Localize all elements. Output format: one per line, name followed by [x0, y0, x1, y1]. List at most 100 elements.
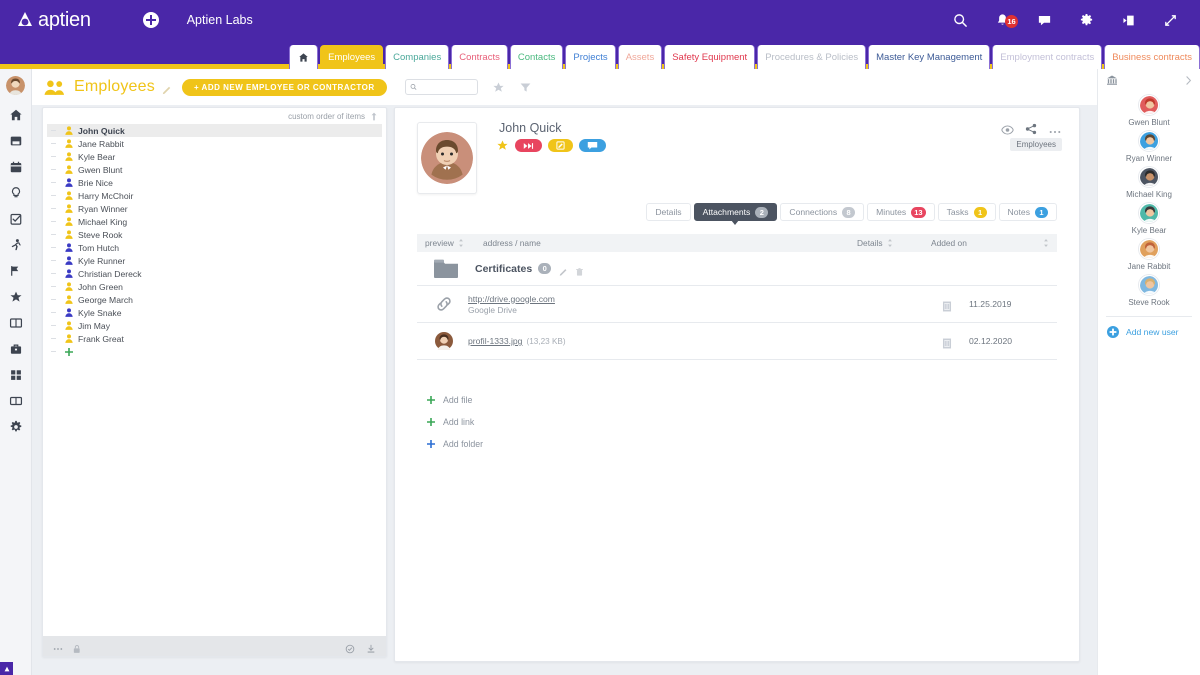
fast-forward-badge[interactable]	[515, 139, 542, 152]
list-item[interactable]: Brie Nice	[47, 176, 382, 189]
add-link-button[interactable]: Add link	[427, 411, 483, 433]
chevron-right-icon[interactable]	[1185, 75, 1192, 85]
gear-icon[interactable]	[8, 419, 23, 434]
filter-icon[interactable]	[519, 81, 532, 94]
table-row[interactable]: http://drive.google.com Google Drive 11.…	[417, 286, 1057, 322]
tab-employment-contracts[interactable]: Employment contracts	[992, 45, 1103, 69]
add-file-button[interactable]: Add file	[427, 389, 483, 411]
pin-flag-icon[interactable]	[8, 263, 23, 278]
export-icon[interactable]	[366, 641, 376, 653]
add-folder-button[interactable]: Add folder	[427, 433, 483, 455]
logout-icon[interactable]	[1120, 12, 1136, 28]
tab-connections[interactable]: Connections 8	[780, 203, 865, 221]
search-input[interactable]	[416, 82, 477, 92]
add-employee-row[interactable]	[47, 345, 382, 358]
tab-home[interactable]	[289, 45, 319, 69]
notifications-icon[interactable]: 16	[994, 12, 1018, 28]
tab-master-key-management[interactable]: Master Key Management	[868, 45, 991, 69]
edit-badge[interactable]	[548, 139, 573, 152]
list-item[interactable]: Ryan Winner	[47, 202, 382, 215]
inbox-icon[interactable]	[8, 133, 23, 148]
related-user[interactable]: Gwen Blunt	[1098, 95, 1200, 127]
briefcase-icon[interactable]	[8, 341, 23, 356]
col-added-on[interactable]: Added on	[923, 238, 1035, 248]
tab-notes[interactable]: Notes 1	[998, 203, 1057, 221]
list-item[interactable]: John Quick	[47, 124, 382, 137]
pencil-icon[interactable]	[559, 264, 568, 276]
tab-contracts[interactable]: Contracts	[451, 45, 508, 69]
col-end-sort[interactable]	[1035, 239, 1057, 247]
tab-minutes[interactable]: Minutes 13	[867, 203, 935, 221]
list-item[interactable]: John Green	[47, 280, 382, 293]
list-item[interactable]: Kyle Runner	[47, 254, 382, 267]
add-new-user-button[interactable]: Add new user	[1098, 317, 1200, 338]
col-details[interactable]: Details	[849, 238, 923, 248]
tab-safety-equipment[interactable]: Safety Equipment	[664, 45, 756, 69]
person-running-icon[interactable]	[8, 237, 23, 252]
settings-gear-icon[interactable]	[1078, 12, 1094, 28]
col-preview[interactable]: preview	[417, 238, 475, 248]
related-user[interactable]: Steve Rook	[1098, 275, 1200, 307]
col-address-name[interactable]: address / name	[475, 238, 849, 248]
search-icon[interactable]	[952, 12, 968, 28]
pencil-icon[interactable]	[162, 82, 172, 95]
table-row[interactable]: profil-1333.jpg (13,23 KB) 02.12.2020	[417, 323, 1057, 359]
list-item[interactable]: Kyle Bear	[47, 150, 382, 163]
workspace-name[interactable]: Aptien Labs	[187, 13, 253, 27]
lock-icon[interactable]	[72, 641, 82, 653]
star-icon[interactable]	[492, 81, 505, 94]
list-item[interactable]: Tom Hutch	[47, 241, 382, 254]
star-icon[interactable]	[8, 289, 23, 304]
book-icon[interactable]	[8, 393, 23, 408]
related-user[interactable]: Michael King	[1098, 167, 1200, 199]
folder-row[interactable]: Certificates 0	[417, 252, 1057, 286]
related-user[interactable]: Jane Rabbit	[1098, 239, 1200, 271]
add-new-employee-button[interactable]: + ADD NEW EMPLOYEE OR CONTRACTOR	[181, 78, 387, 96]
related-user[interactable]: Ryan Winner	[1098, 131, 1200, 163]
list-item[interactable]: Jane Rabbit	[47, 137, 382, 150]
list-item[interactable]: Steve Rook	[47, 228, 382, 241]
tab-tasks[interactable]: Tasks 1	[937, 203, 996, 221]
fullscreen-icon[interactable]	[1162, 12, 1178, 28]
tab-contacts[interactable]: Contacts	[509, 45, 564, 69]
tab-assets[interactable]: Assets	[617, 45, 663, 69]
document-icon[interactable]	[942, 299, 952, 311]
avatar[interactable]	[417, 122, 477, 194]
search-input-wrapper[interactable]	[404, 79, 478, 95]
avatar[interactable]	[6, 76, 25, 95]
tab-employees[interactable]: Employees	[320, 45, 384, 69]
tab-projects[interactable]: Projects	[565, 45, 616, 69]
list-order-bar[interactable]: custom order of items	[43, 108, 386, 124]
grid-apps-icon[interactable]	[8, 367, 23, 382]
lightbulb-icon[interactable]	[8, 185, 23, 200]
attachment-link[interactable]: http://drive.google.com	[468, 294, 555, 304]
calendar-icon[interactable]	[8, 159, 23, 174]
list-item[interactable]: Michael King	[47, 215, 382, 228]
comment-badge[interactable]	[579, 139, 606, 152]
sort-arrow-icon[interactable]	[370, 112, 378, 121]
brand-logo[interactable]: aptien	[14, 9, 91, 32]
document-icon[interactable]	[942, 336, 952, 348]
list-item[interactable]: Christian Dereck	[47, 267, 382, 280]
tab-procedures-policies[interactable]: Procedures & Policies	[757, 45, 867, 69]
global-add-button[interactable]	[142, 12, 159, 28]
attachment-link[interactable]: profil-1333.jpg	[468, 336, 522, 346]
trash-icon[interactable]	[575, 264, 584, 276]
home-icon[interactable]	[8, 107, 23, 122]
tab-business-contracts[interactable]: Business contracts	[1104, 45, 1200, 69]
share-icon[interactable]	[1025, 122, 1037, 135]
tab-attachments[interactable]: Attachments 2	[693, 203, 778, 225]
more-options-icon[interactable]	[53, 641, 63, 651]
eye-icon[interactable]	[1001, 122, 1014, 135]
list-item[interactable]: George March	[47, 293, 382, 306]
more-dots-icon[interactable]	[1049, 122, 1061, 134]
tab-details[interactable]: Details	[646, 203, 691, 221]
list-item[interactable]: Frank Great	[47, 332, 382, 345]
checkbox-task-icon[interactable]	[8, 211, 23, 226]
star-icon[interactable]	[496, 139, 509, 152]
tab-companies[interactable]: Companies	[385, 45, 450, 69]
list-item[interactable]: Harry McChoir	[47, 189, 382, 202]
check-circle-icon[interactable]	[345, 641, 355, 654]
list-item[interactable]: Kyle Snake	[47, 306, 382, 319]
list-item[interactable]: Gwen Blunt	[47, 163, 382, 176]
